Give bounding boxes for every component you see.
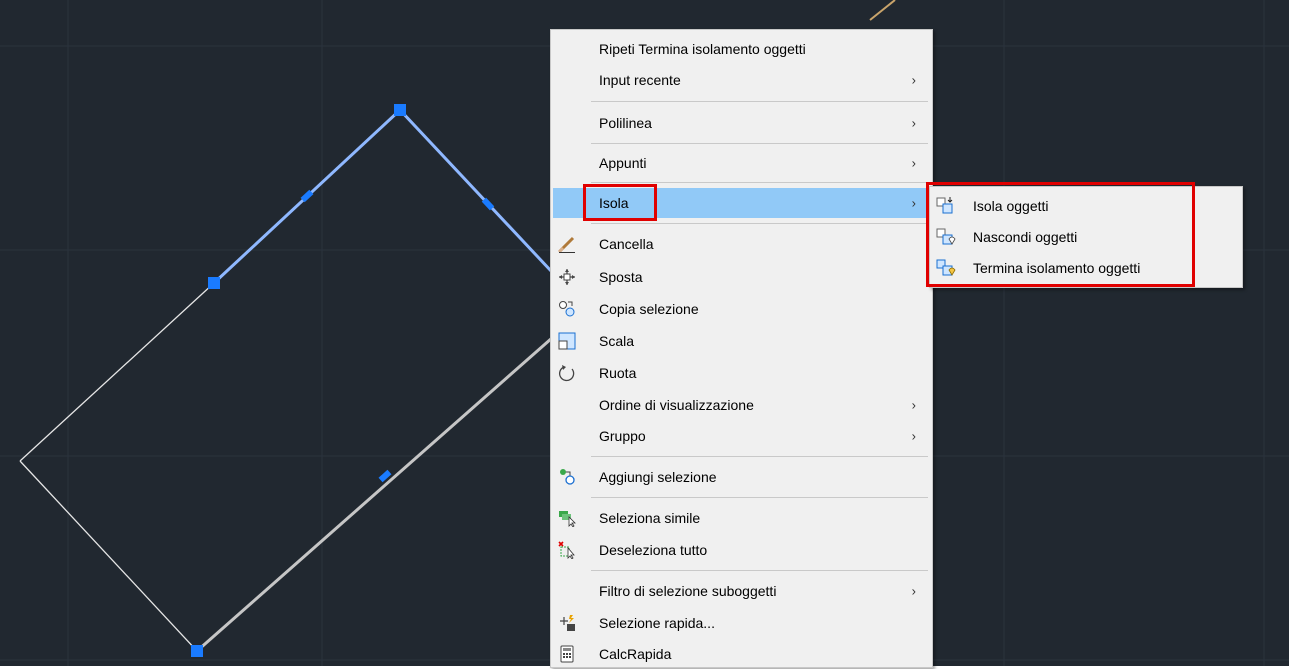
menu-item-copy-selection[interactable]: Copia selezione	[553, 294, 930, 324]
chevron-right-icon: ›	[911, 397, 916, 413]
menu-separator	[591, 101, 928, 102]
menu-item-isolate[interactable]: Isola ›	[553, 188, 930, 218]
quick-select-icon	[558, 614, 576, 632]
hide-objects-icon	[936, 227, 958, 247]
menu-item-add-selected[interactable]: Aggiungi selezione	[553, 462, 930, 492]
menu-item-deselect-all[interactable]: Deseleziona tutto	[553, 535, 930, 565]
menu-item-subobject-filter[interactable]: Filtro di selezione suboggetti ›	[553, 576, 930, 606]
menu-separator	[591, 223, 928, 224]
submenu-item-hide-objects[interactable]: Nascondi oggetti	[930, 222, 1242, 252]
menu-item-group[interactable]: Gruppo ›	[553, 421, 930, 451]
submenu-item-label: Nascondi oggetti	[973, 229, 1078, 245]
chevron-right-icon: ›	[911, 428, 916, 444]
grip-left[interactable]	[208, 277, 220, 289]
scale-icon	[558, 332, 576, 350]
context-menu: Ripeti Termina isolamento oggetti Input …	[550, 29, 933, 668]
menu-item-label: Scala	[599, 333, 635, 349]
menu-item-label: Aggiungi selezione	[599, 469, 717, 485]
menu-item-select-similar[interactable]: Seleziona simile	[553, 503, 930, 533]
chevron-right-icon: ›	[911, 115, 916, 131]
menu-item-recent-input[interactable]: Input recente ›	[553, 65, 930, 95]
menu-item-label: Polilinea	[599, 115, 652, 131]
menu-separator	[591, 570, 928, 571]
menu-item-quickcalc[interactable]: CalcRapida	[553, 639, 930, 669]
menu-item-label: Filtro di selezione suboggetti	[599, 583, 777, 599]
menu-item-label: Appunti	[599, 155, 647, 171]
menu-item-label: Seleziona simile	[599, 510, 701, 526]
end-isolation-icon	[936, 258, 958, 278]
select-similar-icon	[558, 509, 576, 528]
grip-bottom[interactable]	[191, 645, 203, 657]
rotate-icon	[558, 364, 576, 382]
menu-item-label: Gruppo	[599, 428, 646, 444]
menu-separator	[591, 497, 928, 498]
menu-item-label: Ripeti Termina isolamento oggetti	[599, 41, 806, 57]
menu-item-rotate[interactable]: Ruota	[553, 358, 930, 388]
menu-item-repeat[interactable]: Ripeti Termina isolamento oggetti	[553, 34, 930, 64]
menu-item-label: Deseleziona tutto	[599, 542, 708, 558]
submenu-item-label: Isola oggetti	[973, 198, 1049, 214]
eraser-icon	[557, 235, 576, 254]
menu-item-label: Input recente	[599, 72, 681, 88]
menu-separator	[591, 143, 928, 144]
menu-item-label: Ruota	[599, 365, 637, 381]
submenu-item-end-isolation[interactable]: Termina isolamento oggetti	[930, 253, 1242, 283]
menu-item-label: CalcRapida	[599, 646, 672, 662]
isolate-submenu: Isola oggetti Nascondi oggetti Termina i…	[929, 186, 1243, 288]
menu-item-quick-select[interactable]: Selezione rapida...	[553, 608, 930, 638]
menu-item-move[interactable]: Sposta	[553, 262, 930, 292]
menu-item-scale[interactable]: Scala	[553, 326, 930, 356]
deselect-all-icon	[558, 541, 576, 560]
menu-item-clipboard[interactable]: Appunti ›	[553, 148, 930, 178]
menu-item-polyline[interactable]: Polilinea ›	[553, 108, 930, 138]
menu-separator	[591, 182, 928, 183]
menu-item-label: Selezione rapida...	[599, 615, 715, 631]
chevron-right-icon: ›	[911, 155, 916, 171]
menu-separator	[591, 456, 928, 457]
submenu-item-isolate-objects[interactable]: Isola oggetti	[930, 191, 1242, 221]
menu-item-label: Ordine di visualizzazione	[599, 397, 754, 413]
add-selected-icon	[558, 468, 576, 486]
calculator-icon	[558, 645, 576, 663]
app-window: Ripeti Termina isolamento oggetti Input …	[0, 0, 1289, 668]
move-icon	[558, 268, 576, 286]
menu-item-label: Sposta	[599, 269, 643, 285]
isolate-objects-icon	[936, 196, 958, 216]
grip-top[interactable]	[394, 104, 406, 116]
copy-icon	[558, 300, 576, 318]
chevron-right-icon: ›	[911, 195, 916, 211]
menu-item-label: Isola	[599, 195, 629, 211]
menu-item-erase[interactable]: Cancella	[553, 229, 930, 259]
menu-item-label: Copia selezione	[599, 301, 699, 317]
chevron-right-icon: ›	[911, 583, 916, 599]
chevron-right-icon: ›	[911, 72, 916, 88]
menu-item-draw-order[interactable]: Ordine di visualizzazione ›	[553, 390, 930, 420]
menu-item-label: Cancella	[599, 236, 654, 252]
submenu-item-label: Termina isolamento oggetti	[973, 260, 1141, 276]
